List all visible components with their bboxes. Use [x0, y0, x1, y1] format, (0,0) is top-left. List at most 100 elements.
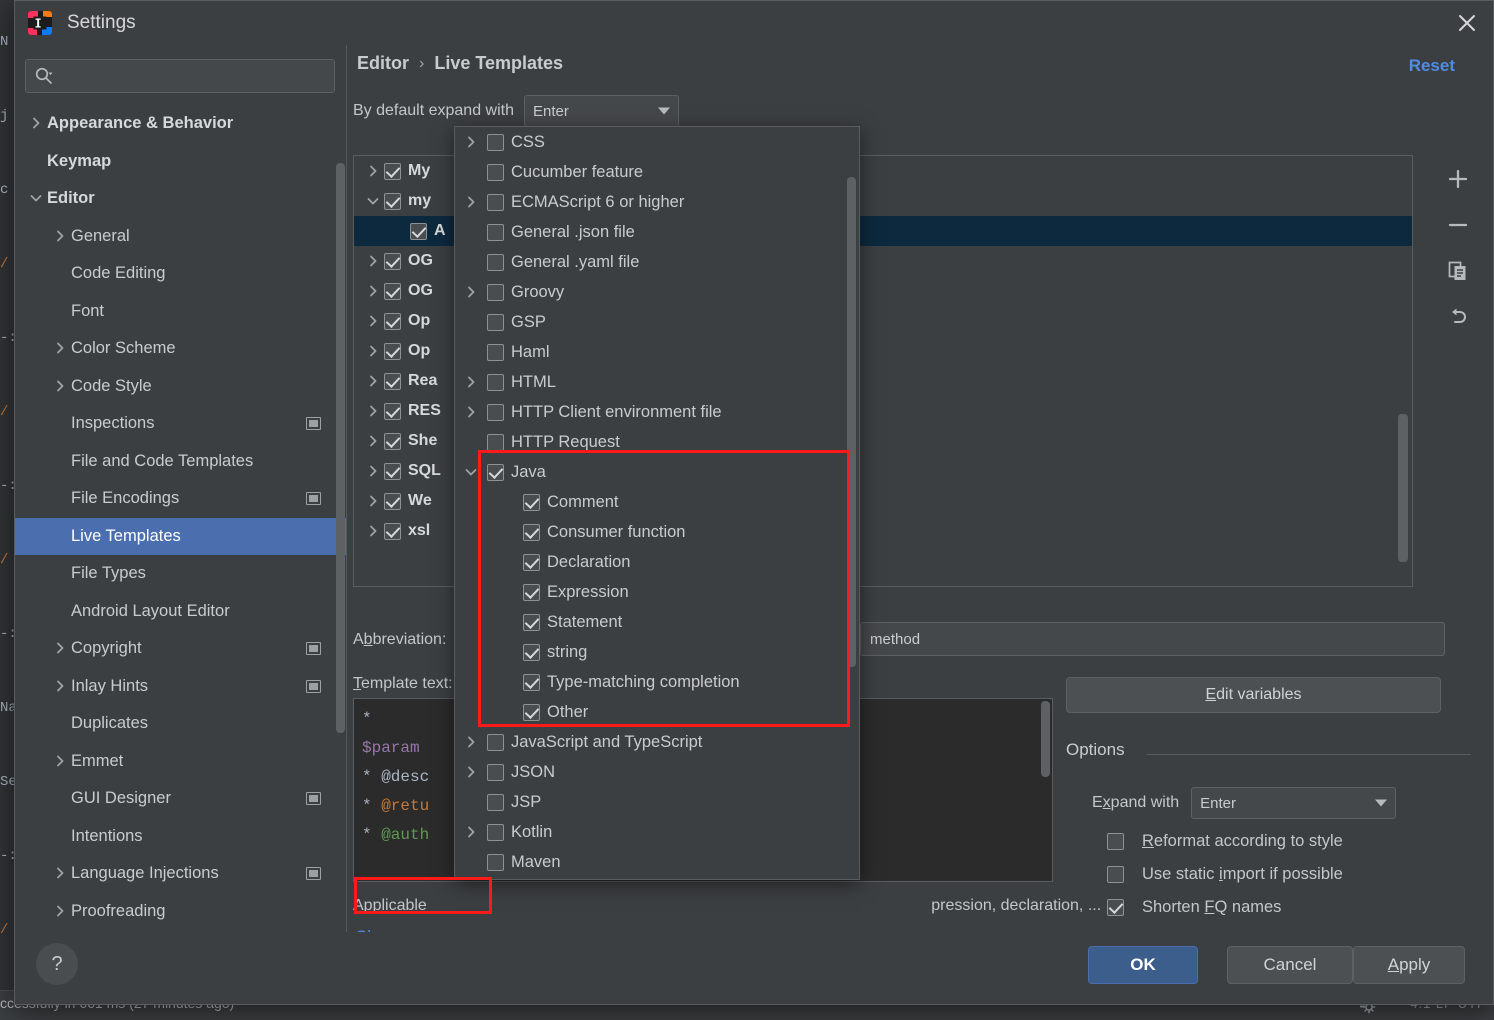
- template-group-checkbox[interactable]: [384, 192, 401, 210]
- context-row-haml[interactable]: Haml: [455, 337, 859, 367]
- context-checkbox[interactable]: [487, 733, 504, 751]
- search-input[interactable]: [58, 68, 326, 84]
- edit-variables-button[interactable]: Edit variables: [1066, 677, 1441, 713]
- plus-icon[interactable]: [1444, 165, 1472, 193]
- chevron-right-icon[interactable]: [25, 117, 47, 130]
- reset-link[interactable]: Reset: [1409, 56, 1455, 76]
- sidebar-item-appearance-behavior[interactable]: Appearance & Behavior: [15, 105, 347, 143]
- chevron-right-icon[interactable]: [362, 165, 384, 178]
- template-group-checkbox[interactable]: [384, 162, 401, 180]
- chevron-right-icon[interactable]: [362, 315, 384, 328]
- context-checkbox[interactable]: [487, 373, 504, 391]
- sidebar-item-inlay-hints[interactable]: Inlay Hints: [15, 668, 347, 706]
- sidebar-item-proofreading[interactable]: Proofreading: [15, 893, 347, 931]
- sidebar-scrollbar[interactable]: [336, 163, 345, 733]
- template-editor-scrollbar[interactable]: [1041, 701, 1050, 777]
- context-row-consumer-function[interactable]: Consumer function: [455, 517, 859, 547]
- context-row-jsp[interactable]: JSP: [455, 787, 859, 817]
- chevron-right-icon[interactable]: [455, 766, 487, 779]
- sidebar-item-keymap[interactable]: Keymap: [15, 143, 347, 181]
- close-icon[interactable]: [1441, 1, 1493, 45]
- context-checkbox[interactable]: [487, 193, 504, 211]
- template-group-checkbox[interactable]: [384, 492, 401, 510]
- chevron-right-icon[interactable]: [49, 642, 71, 655]
- context-checkbox[interactable]: [487, 853, 504, 871]
- template-group-checkbox[interactable]: [384, 522, 401, 540]
- context-row-comment[interactable]: Comment: [455, 487, 859, 517]
- cancel-button[interactable]: Cancel: [1227, 946, 1353, 984]
- chevron-right-icon[interactable]: [362, 495, 384, 508]
- sidebar-item-gui-designer[interactable]: GUI Designer: [15, 780, 347, 818]
- chevron-down-icon[interactable]: [362, 195, 384, 208]
- context-checkbox[interactable]: [487, 763, 504, 781]
- checkbox-static-import[interactable]: [1107, 866, 1124, 883]
- context-checkbox[interactable]: [523, 703, 540, 721]
- context-checkbox[interactable]: [523, 613, 540, 631]
- context-checkbox[interactable]: [487, 403, 504, 421]
- chevron-right-icon[interactable]: [362, 465, 384, 478]
- checkbox-reformat[interactable]: [1107, 833, 1124, 850]
- popup-scrollbar[interactable]: [847, 177, 856, 667]
- context-checkbox[interactable]: [487, 133, 504, 151]
- context-checkbox[interactable]: [523, 643, 540, 661]
- context-checkbox[interactable]: [523, 553, 540, 571]
- chevron-right-icon[interactable]: [362, 255, 384, 268]
- chevron-right-icon[interactable]: [49, 680, 71, 693]
- minus-icon[interactable]: [1444, 211, 1472, 239]
- context-checkbox[interactable]: [487, 823, 504, 841]
- sidebar-item-code-editing[interactable]: Code Editing: [15, 255, 347, 293]
- sidebar-item-live-templates[interactable]: Live Templates: [15, 517, 347, 555]
- chevron-right-icon[interactable]: [362, 375, 384, 388]
- chevron-right-icon[interactable]: [362, 435, 384, 448]
- description-input[interactable]: method: [860, 622, 1445, 656]
- context-row-css[interactable]: CSS: [455, 127, 859, 157]
- sidebar-item-duplicates[interactable]: Duplicates: [15, 705, 347, 743]
- option-static-import[interactable]: Use static import if possible: [1107, 865, 1343, 884]
- context-checkbox[interactable]: [487, 463, 504, 481]
- context-checkbox[interactable]: [487, 793, 504, 811]
- context-row-string[interactable]: string: [455, 637, 859, 667]
- sidebar-item-code-style[interactable]: Code Style: [15, 368, 347, 406]
- context-row-html[interactable]: HTML: [455, 367, 859, 397]
- context-checkbox[interactable]: [523, 673, 540, 691]
- template-group-checkbox[interactable]: [384, 462, 401, 480]
- help-button[interactable]: ?: [36, 943, 78, 985]
- search-box[interactable]: [25, 59, 335, 93]
- context-row-http-request[interactable]: HTTP Request: [455, 427, 859, 457]
- template-group-checkbox[interactable]: [384, 282, 401, 300]
- context-row-ecmascript-6-or-higher[interactable]: ECMAScript 6 or higher: [455, 187, 859, 217]
- context-selector-popup[interactable]: CSS Cucumber feature ECMAScript 6 or highe…: [454, 126, 860, 880]
- copy-icon[interactable]: [1444, 257, 1472, 285]
- default-expand-combo[interactable]: Enter: [524, 95, 679, 127]
- chevron-right-icon[interactable]: [362, 285, 384, 298]
- chevron-right-icon[interactable]: [362, 525, 384, 538]
- context-row-gsp[interactable]: GSP: [455, 307, 859, 337]
- context-row-general-yaml-file[interactable]: General .yaml file: [455, 247, 859, 277]
- context-row-maven[interactable]: Maven: [455, 847, 859, 877]
- sidebar-item-file-types[interactable]: File Types: [15, 555, 347, 593]
- breadcrumb-parent[interactable]: Editor: [357, 53, 409, 74]
- template-group-checkbox[interactable]: [384, 252, 401, 270]
- option-shorten-fq[interactable]: Shorten FQ names: [1107, 898, 1281, 917]
- revert-icon[interactable]: [1444, 303, 1472, 331]
- context-row-type-matching-completion[interactable]: Type-matching completion: [455, 667, 859, 697]
- sidebar-item-language-injections[interactable]: Language Injections: [15, 855, 347, 893]
- context-row-java[interactable]: Java: [455, 457, 859, 487]
- template-group-checkbox[interactable]: [384, 372, 401, 390]
- chevron-right-icon[interactable]: [455, 736, 487, 749]
- sidebar-item-inspections[interactable]: Inspections: [15, 405, 347, 443]
- context-row-declaration[interactable]: Declaration: [455, 547, 859, 577]
- template-tree-scrollbar[interactable]: [1398, 414, 1408, 562]
- sidebar-item-copyright[interactable]: Copyright: [15, 630, 347, 668]
- sidebar-item-general[interactable]: General: [15, 218, 347, 256]
- chevron-right-icon[interactable]: [49, 905, 71, 918]
- chevron-right-icon[interactable]: [49, 755, 71, 768]
- sidebar-item-color-scheme[interactable]: Color Scheme: [15, 330, 347, 368]
- context-row-kotlin[interactable]: Kotlin: [455, 817, 859, 847]
- chevron-right-icon[interactable]: [362, 345, 384, 358]
- template-group-checkbox[interactable]: [384, 312, 401, 330]
- context-row-general-json-file[interactable]: General .json file: [455, 217, 859, 247]
- chevron-right-icon[interactable]: [49, 342, 71, 355]
- context-checkbox[interactable]: [487, 313, 504, 331]
- chevron-right-icon[interactable]: [362, 405, 384, 418]
